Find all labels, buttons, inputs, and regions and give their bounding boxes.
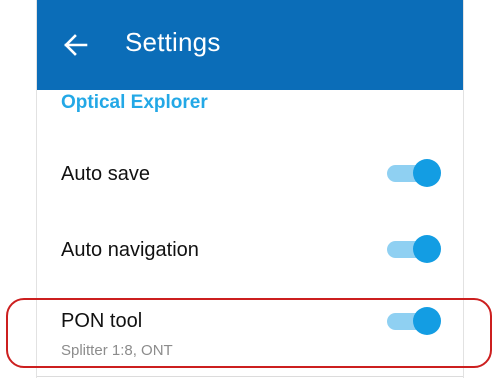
app-header: Settings [37,0,463,90]
auto-navigation-toggle[interactable] [385,234,443,264]
toggle-knob [413,159,441,187]
page-title: Settings [125,27,221,57]
setting-row-auto-save[interactable]: Auto save [37,150,463,200]
setting-subtitle-pon-tool: Splitter 1:8, ONT [61,342,173,359]
section-title: Optical Explorer [61,92,208,113]
auto-save-toggle[interactable] [385,158,443,188]
setting-label-auto-save: Auto save [61,163,150,185]
setting-label-auto-navigation: Auto navigation [61,239,199,261]
pon-tool-toggle[interactable] [385,306,443,336]
arrow-left-icon [64,34,88,56]
toggle-knob [413,235,441,263]
back-button[interactable] [63,31,89,59]
toggle-knob [413,307,441,335]
setting-row-pon-tool[interactable]: PON tool Splitter 1:8, ONT [37,304,463,366]
settings-panel: Settings Optical Explorer Auto save Auto… [36,0,464,378]
divider [37,376,463,377]
setting-row-auto-navigation[interactable]: Auto navigation [37,226,463,276]
setting-label-pon-tool: PON tool [61,310,143,332]
